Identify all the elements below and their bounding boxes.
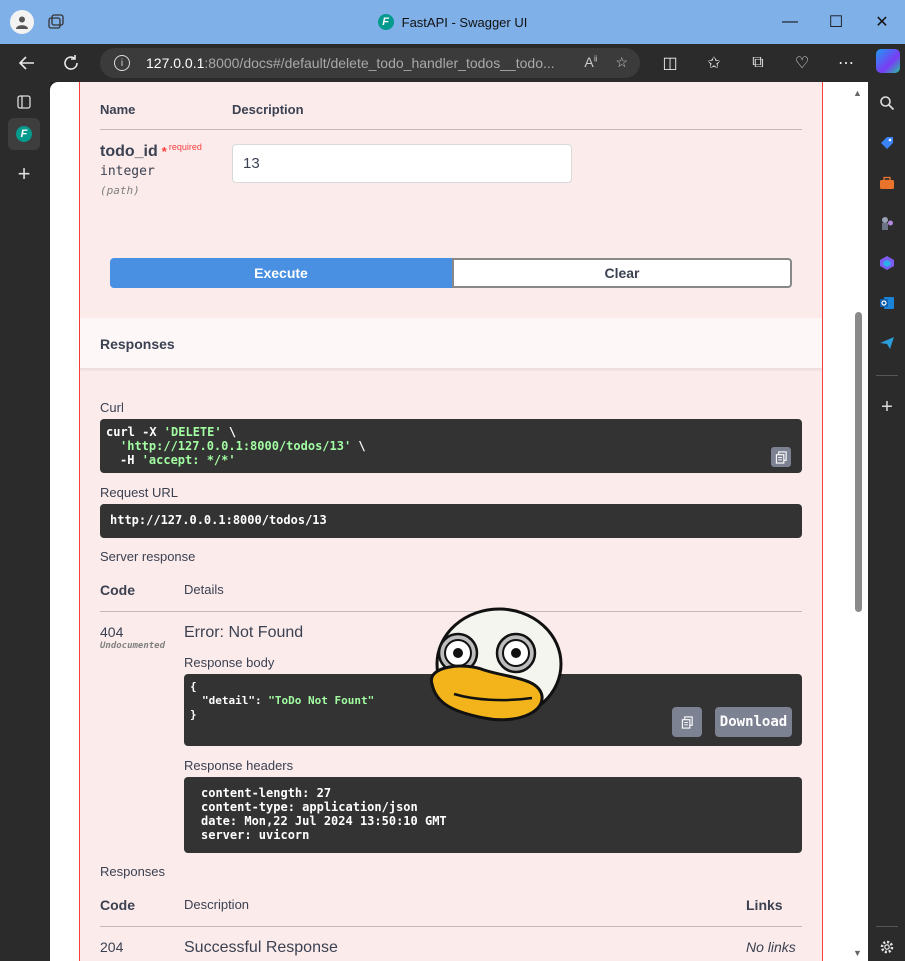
games-icon[interactable]	[876, 212, 898, 234]
curl-line1-end: \	[221, 425, 237, 439]
responses-title: Responses	[100, 336, 175, 352]
favorites-icon[interactable]: ✩	[699, 48, 729, 78]
body-colon: :	[254, 694, 269, 707]
fastapi-favicon-icon: F	[377, 14, 394, 30]
header-line: content-length: 27	[201, 786, 332, 800]
delete-operation-block: Name Description todo_id * required intege…	[79, 82, 823, 961]
parameter-type: integer	[100, 164, 155, 179]
browser-toolbar: i 127.0.0.1 :8000/docs#/default/delete_t…	[0, 44, 905, 82]
header-line: server: uvicorn	[201, 828, 310, 842]
undocumented-label: Undocumented	[100, 641, 166, 651]
scrollbar-thumb[interactable]	[855, 312, 862, 612]
response-code: 404	[100, 624, 124, 640]
curl-header: 'accept: */*'	[141, 453, 236, 467]
parameter-location: (path)	[100, 184, 140, 197]
request-url-block: http://127.0.0.1:8000/todos/13	[100, 504, 802, 538]
execute-button[interactable]: Execute	[110, 258, 452, 288]
documented-responses-title: Responses	[100, 864, 166, 879]
duck-sticker-image	[430, 607, 563, 722]
outlook-icon[interactable]	[876, 292, 898, 314]
server-response-label: Server response	[100, 549, 196, 564]
site-info-icon[interactable]: i	[114, 55, 130, 71]
url-host: 127.0.0.1	[146, 55, 205, 71]
header-line: date: Mon,22 Jul 2024 13:50:10 GMT	[201, 814, 447, 828]
refresh-icon[interactable]	[56, 48, 86, 78]
back-arrow-icon[interactable]	[12, 48, 42, 78]
vertical-tabs-strip: F +	[0, 82, 50, 961]
page-scrollbar[interactable]: ▲ ▼	[852, 88, 864, 960]
edge-sidebar: +	[868, 82, 905, 961]
parameters-table-header: Name Description	[100, 100, 802, 130]
request-url-label: Request URL	[100, 485, 179, 500]
shopping-tag-icon[interactable]	[876, 132, 898, 154]
response-headers-block: content-length: 27 content-type: applica…	[184, 777, 802, 853]
more-menu-icon[interactable]: ⋯	[831, 48, 861, 78]
search-icon[interactable]	[876, 92, 898, 114]
responses-header: Responses	[80, 318, 822, 369]
col-code: Code	[100, 897, 135, 913]
required-star: *	[161, 144, 167, 159]
col-description: Description	[184, 897, 250, 912]
copilot-icon[interactable]	[876, 49, 900, 73]
minimize-button[interactable]: —	[767, 0, 813, 44]
table-row: 204 Successful Response No links	[100, 939, 802, 961]
page-viewport: Name Description todo_id * required intege…	[50, 82, 868, 961]
favorite-star-icon[interactable]: ☆	[615, 54, 628, 71]
col-links: Links	[746, 897, 783, 913]
col-code: Code	[100, 582, 135, 598]
documented-responses-header: Code Description Links	[100, 897, 802, 927]
close-window-button[interactable]: ✕	[859, 0, 905, 44]
curl-url: 'http://127.0.0.1:8000/todos/13'	[120, 439, 352, 453]
row-links: No links	[746, 939, 796, 955]
copy-curl-icon[interactable]	[771, 447, 791, 467]
param-name-text: todo_id	[100, 143, 158, 160]
body-key: "detail"	[202, 694, 255, 707]
required-label: required	[168, 142, 202, 152]
window-title-text: FastAPI - Swagger UI	[401, 14, 528, 30]
clear-button[interactable]: Clear	[452, 258, 792, 288]
response-headers-label: Response headers	[184, 758, 294, 773]
scroll-up-icon[interactable]: ▲	[853, 88, 862, 98]
read-aloud-icon[interactable]: Aⅱ	[584, 54, 597, 71]
add-sidebar-app-icon[interactable]: +	[876, 396, 898, 418]
curl-code-block: curl -X 'DELETE' \ 'http://127.0.0.1:800…	[100, 419, 802, 473]
collections-icon[interactable]: ⧉	[743, 48, 773, 78]
todo-id-input[interactable]: 13	[232, 144, 572, 183]
body-value: "ToDo Not Fount"	[268, 694, 375, 707]
row-code: 204	[100, 939, 124, 955]
sidebar-settings-gear-icon[interactable]	[876, 936, 898, 958]
fastapi-tab-favicon-icon: F	[16, 126, 32, 142]
download-button[interactable]: Download	[715, 707, 792, 737]
microsoft-365-icon[interactable]	[876, 252, 898, 274]
error-title: Error: Not Found	[184, 624, 304, 641]
browser-essentials-icon[interactable]: ♡	[787, 48, 817, 78]
tab-actions-icon[interactable]	[8, 86, 40, 118]
col-description: Description	[232, 102, 304, 117]
tools-briefcase-icon[interactable]	[876, 172, 898, 194]
window-title-bar: F FastAPI - Swagger UI — ☐ ✕	[0, 0, 905, 44]
curl-flag: -H	[120, 453, 142, 467]
parameter-name: todo_id * required	[100, 142, 202, 161]
maximize-button[interactable]: ☐	[813, 0, 859, 44]
response-body-label: Response body	[184, 655, 275, 670]
split-screen-icon[interactable]: ◫	[655, 48, 685, 78]
tab-fastapi-swagger[interactable]: F	[8, 118, 40, 150]
copy-response-icon[interactable]	[672, 707, 702, 737]
new-tab-plus-icon[interactable]: +	[8, 158, 40, 190]
curl-method: 'DELETE'	[163, 425, 222, 439]
curl-line2-end: \	[351, 439, 366, 453]
send-telegram-icon[interactable]	[876, 332, 898, 354]
col-details: Details	[184, 582, 224, 597]
url-path: :8000/docs#/default/delete_todo_handler_…	[204, 55, 555, 71]
col-name: Name	[100, 102, 136, 117]
execute-wrapper: Execute Clear	[110, 258, 792, 288]
scroll-down-icon[interactable]: ▼	[853, 948, 862, 958]
address-bar[interactable]: i 127.0.0.1 :8000/docs#/default/delete_t…	[100, 48, 640, 78]
header-line: content-type: application/json	[201, 800, 418, 814]
curl-cmd: curl -X	[106, 425, 164, 439]
curl-label: Curl	[100, 400, 124, 415]
row-description: Successful Response	[184, 939, 338, 956]
